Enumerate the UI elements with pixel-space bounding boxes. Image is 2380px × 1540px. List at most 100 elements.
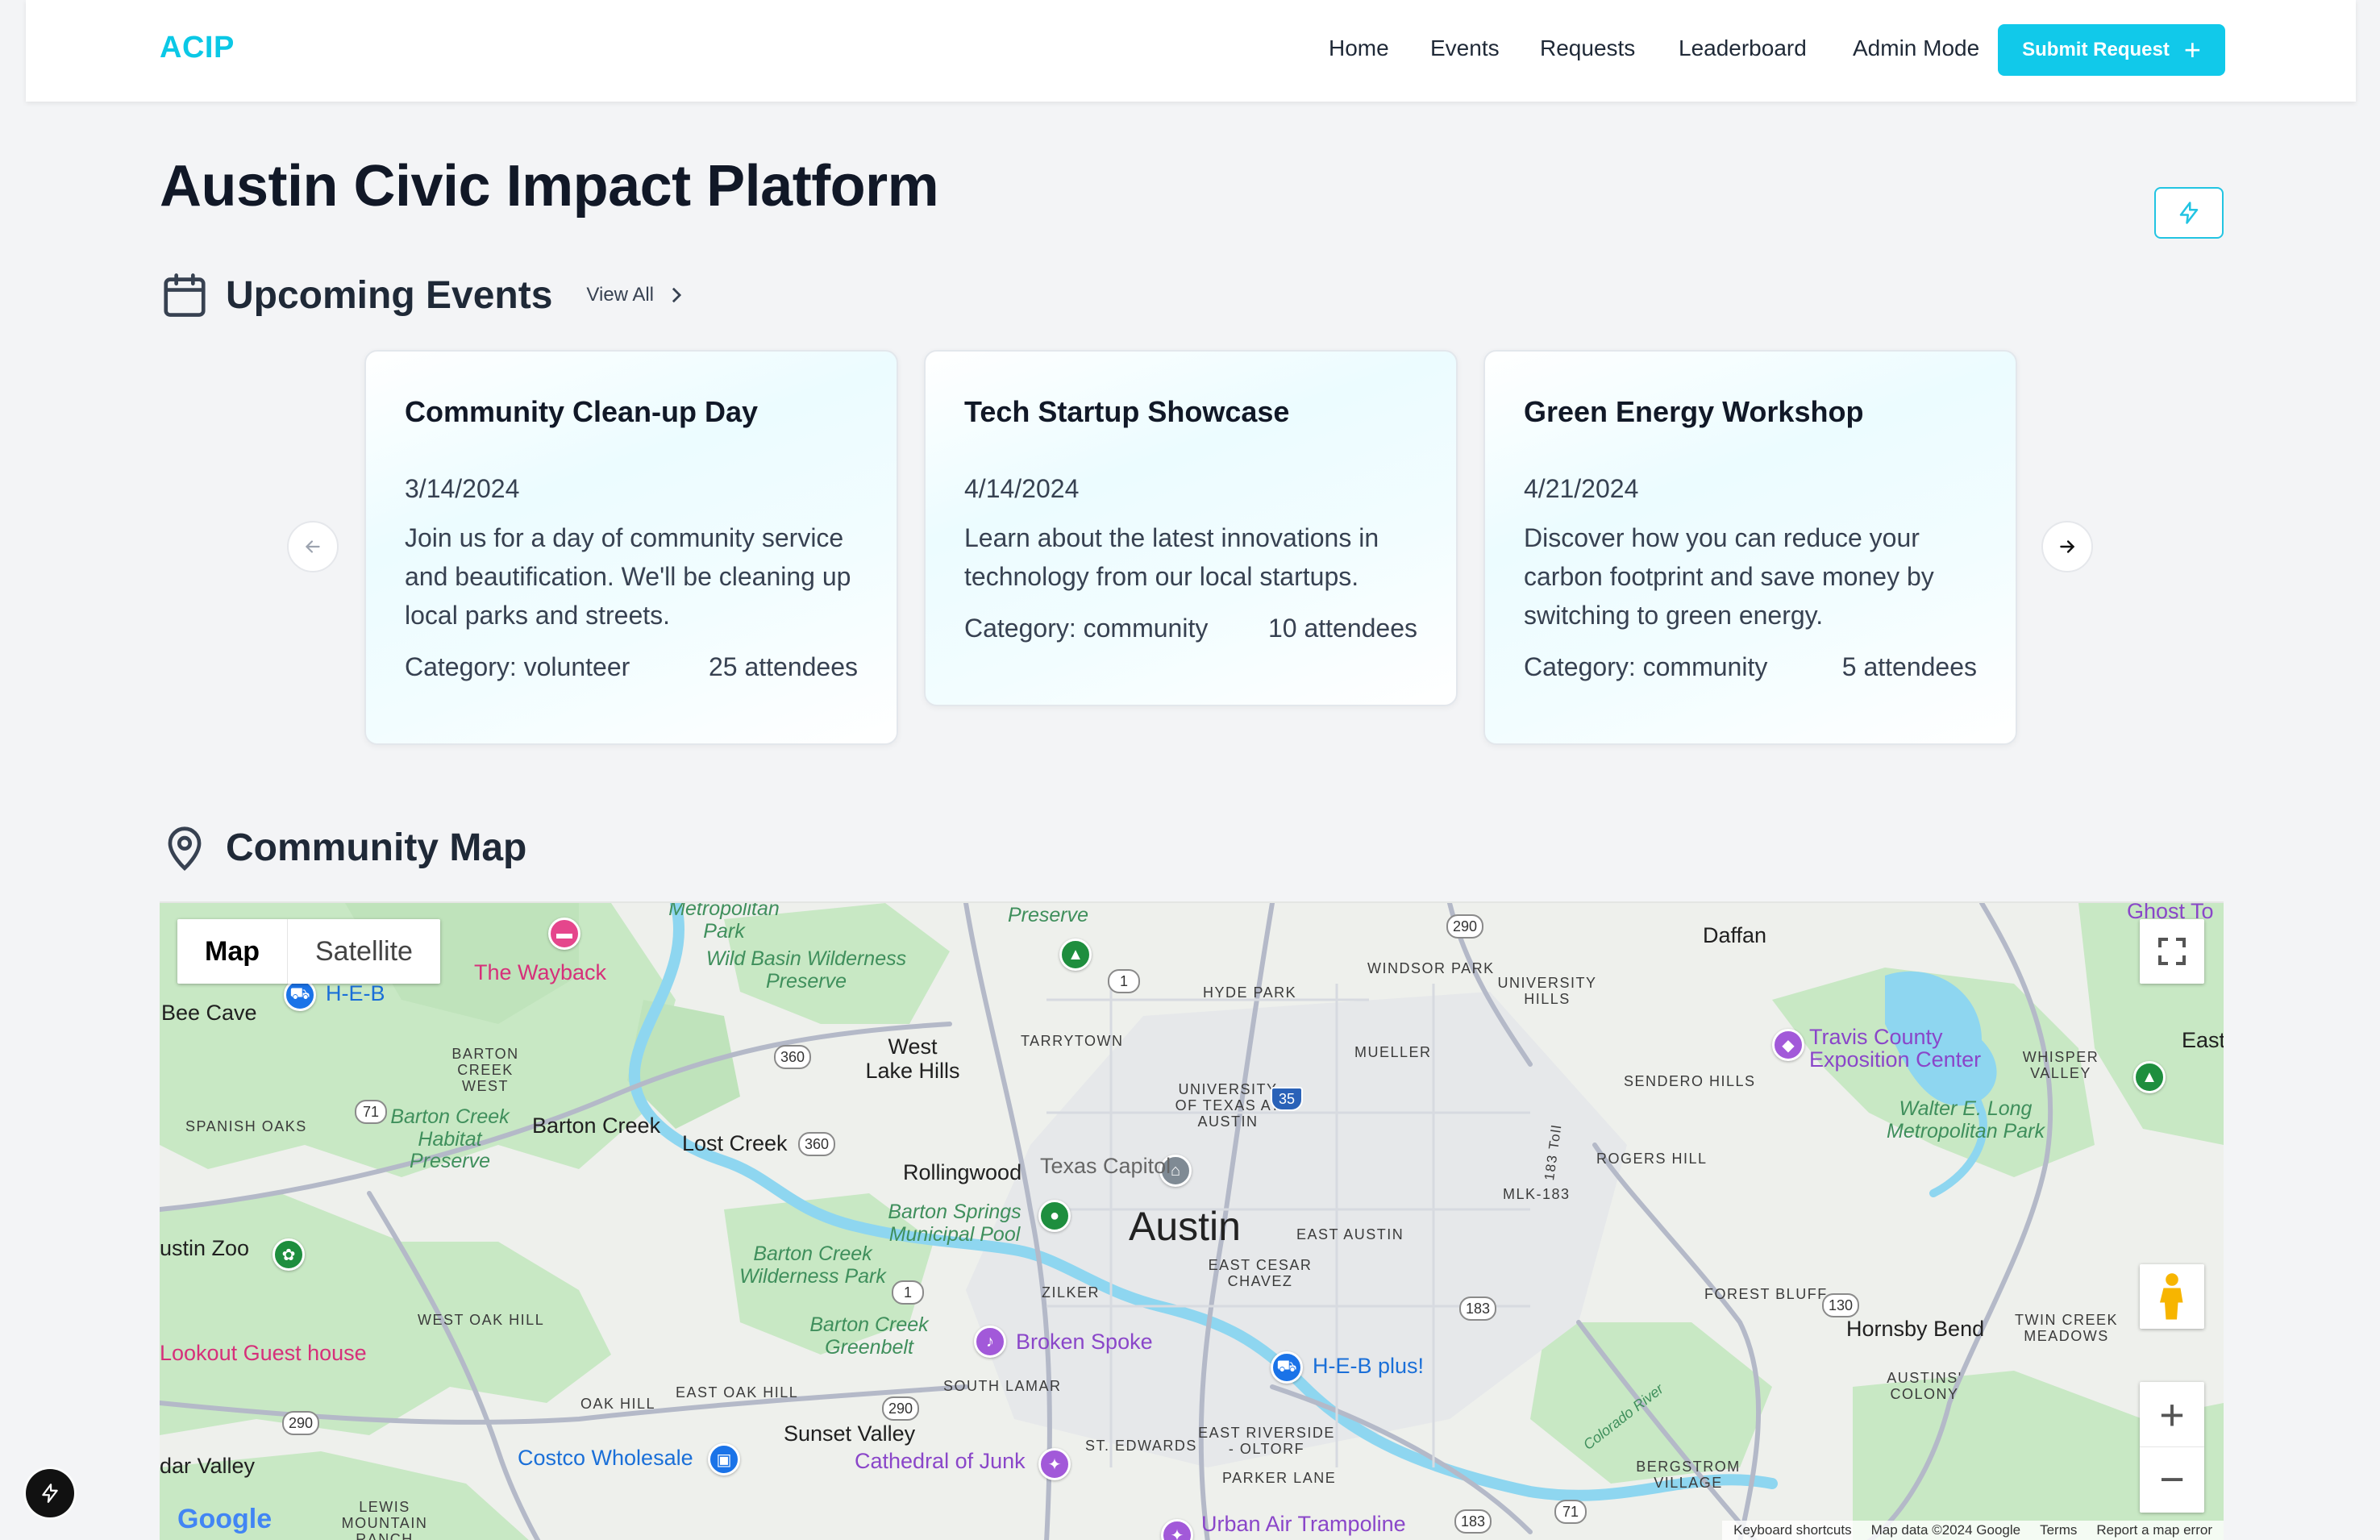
shopping-cart-icon[interactable]: ⛟ [284, 979, 316, 1011]
map-type-map-button[interactable]: Map [177, 919, 287, 984]
nav-events[interactable]: Events [1430, 35, 1500, 61]
report-error-link[interactable]: Report a map error [2096, 1522, 2212, 1538]
poi-label[interactable]: Lookout Guest house [160, 1341, 367, 1366]
map-label-park: Walter E. Long Metropolitan Park [1887, 1097, 2045, 1143]
park-pin-icon[interactable]: ▲ [2133, 1061, 2166, 1093]
highway-shield: 1 [892, 1280, 924, 1305]
events-section-header: Upcoming Events View All [160, 269, 683, 321]
map-label-town: Sunset Valley [784, 1421, 916, 1446]
map-label-hood: ROGERS HILL [1596, 1151, 1708, 1167]
map-label-hood: BERGSTROM VILLAGE [1636, 1459, 1741, 1491]
map-label-hood: WHISPER VALLEY [2022, 1049, 2099, 1081]
google-logo-text: Google [177, 1504, 273, 1534]
event-date: 4/21/2024 [1524, 474, 1639, 503]
map-label-hood: SPANISH OAKS [185, 1118, 307, 1134]
carousel-prev-button[interactable] [287, 521, 339, 572]
map-label-park: Preserve [1008, 904, 1089, 926]
event-category: Category: community [964, 614, 1209, 643]
zoom-out-button[interactable]: − [2140, 1447, 2204, 1512]
page-title: Austin Civic Impact Platform [160, 154, 939, 219]
map-label-town: Daffan [1703, 923, 1767, 947]
map-section-header: Community Map [160, 821, 526, 874]
map-type-control: Map Satellite [177, 919, 440, 984]
map-data-credit: Map data ©2024 Google [1870, 1522, 2021, 1538]
map-label-town: Hornsby Bend [1846, 1317, 1985, 1341]
highway-shield: 130 [1822, 1293, 1860, 1317]
shopping-cart-icon[interactable]: ⛟ [1271, 1351, 1303, 1384]
nav-home[interactable]: Home [1329, 35, 1389, 61]
event-attendees: 10 attendees [1267, 614, 1417, 643]
fullscreen-button[interactable] [2140, 919, 2204, 984]
submit-request-label: Submit Request [2022, 39, 2170, 60]
highway-shield: 290 [282, 1411, 320, 1435]
event-card[interactable]: Green Energy Workshop 4/21/2024 Discover… [1483, 350, 2017, 745]
map-pin-icon [168, 826, 202, 872]
logo[interactable]: ACIP [160, 31, 235, 65]
map-label-hood: WINDSOR PARK [1367, 960, 1495, 976]
poi-label[interactable]: Urban Air Trampoline [1201, 1512, 1406, 1537]
poi-label[interactable]: The Wayback [474, 960, 606, 985]
nav-admin-mode[interactable]: Admin Mode [1853, 35, 1979, 61]
map-label-park: Wild Basin Wilderness Preserve [705, 947, 907, 993]
nav-leaderboard[interactable]: Leaderboard [1679, 35, 1807, 61]
event-title: Green Energy Workshop [1524, 395, 1864, 428]
poi-label[interactable]: H-E-B plus! [1313, 1354, 1424, 1379]
floating-action-button[interactable] [26, 1469, 74, 1517]
top-navbar: ACIP Home Events Requests Leaderboard Ad… [26, 0, 2356, 102]
event-description: Join us for a day of community service a… [405, 523, 851, 630]
map-label-hood: EAST CESAR CHAVEZ [1208, 1257, 1313, 1289]
poi-label[interactable]: Broken Spoke [1016, 1330, 1153, 1355]
map-label-town: Lost Creek [682, 1131, 788, 1155]
poi-label[interactable]: Cathedral of Junk [855, 1449, 1026, 1474]
map-label-hood: EAST OAK HILL [676, 1384, 799, 1401]
nav-requests[interactable]: Requests [1540, 35, 1635, 61]
map-label-park: Barton Springs Municipal Pool [888, 1201, 1021, 1246]
shopping-bag-icon[interactable]: ▣ [708, 1443, 740, 1475]
zoo-pin-icon[interactable]: ✿ [273, 1238, 305, 1271]
map-label-town: West Lake Hills [864, 1034, 961, 1083]
map-label-hood: EAST AUSTIN [1296, 1226, 1404, 1242]
highway-shield: 71 [1554, 1500, 1587, 1524]
poi-label[interactable]: Travis County Exposition Center [1785, 1026, 1995, 1071]
view-all-label: View All [586, 284, 655, 306]
map-label-hood: FOREST BLUFF [1704, 1286, 1828, 1302]
map-label-hood: HYDE PARK [1203, 984, 1297, 1001]
map-label-hood: TARRYTOWN [1021, 1033, 1124, 1049]
map-label-town: dar Valley [160, 1454, 256, 1478]
poi-label[interactable]: Texas Capitol [1040, 1154, 1171, 1179]
map-label-hood: TWIN CREEK MEADOWS [2014, 1312, 2118, 1344]
event-footer: Category: community 10 attendees [964, 614, 1417, 643]
terms-link[interactable]: Terms [2040, 1522, 2077, 1538]
event-category: Category: community [1524, 652, 1768, 681]
event-footer: Category: volunteer 25 attendees [405, 652, 858, 682]
map-label-city: Austin [1129, 1204, 1241, 1249]
poi-label[interactable]: H-E-B [326, 981, 385, 1006]
map-label-park: Barton Creek Greenbelt [809, 1313, 929, 1359]
lodging-pin-icon[interactable]: ▬ [548, 918, 580, 950]
arrow-left-icon [305, 540, 320, 553]
lightning-icon [2179, 202, 2199, 224]
event-card[interactable]: Tech Startup Showcase 4/14/2024 Learn ab… [924, 350, 1458, 706]
keyboard-shortcuts-link[interactable]: Keyboard shortcuts [1733, 1522, 1851, 1538]
community-map[interactable]: Austin Bee Cave West Lake Hills Barton C… [160, 901, 2224, 1540]
map-type-satellite-button[interactable]: Satellite [287, 919, 440, 984]
highway-shield: 290 [882, 1396, 920, 1421]
park-pin-icon[interactable]: ▲ [1059, 939, 1092, 971]
music-venue-pin-icon[interactable]: ♪ [974, 1326, 1006, 1358]
map-label-hood: PARKER LANE [1222, 1470, 1337, 1486]
attraction-pin-icon[interactable]: ✦ [1038, 1448, 1071, 1480]
submit-request-button[interactable]: Submit Request + [1998, 24, 2225, 76]
pool-pin-icon[interactable]: ● [1038, 1200, 1071, 1232]
view-all-link[interactable]: View All [586, 284, 683, 306]
zoom-in-button[interactable]: + [2140, 1383, 2204, 1447]
map-label-town: ustin Zoo [160, 1236, 250, 1260]
event-attendees: 5 attendees [1841, 652, 1977, 681]
google-logo: Google [177, 1504, 272, 1535]
map-attribution: Keyboard shortcuts Map data ©2024 Google… [1722, 1521, 2224, 1540]
carousel-next-button[interactable] [2041, 521, 2093, 572]
event-card[interactable]: Community Clean-up Day 3/14/2024 Join us… [364, 350, 898, 745]
map-label-hood: ST. EDWARDS [1085, 1438, 1197, 1454]
poi-label[interactable]: Costco Wholesale [518, 1446, 693, 1471]
street-view-button[interactable] [2140, 1264, 2204, 1329]
quick-action-button[interactable] [2154, 187, 2224, 239]
